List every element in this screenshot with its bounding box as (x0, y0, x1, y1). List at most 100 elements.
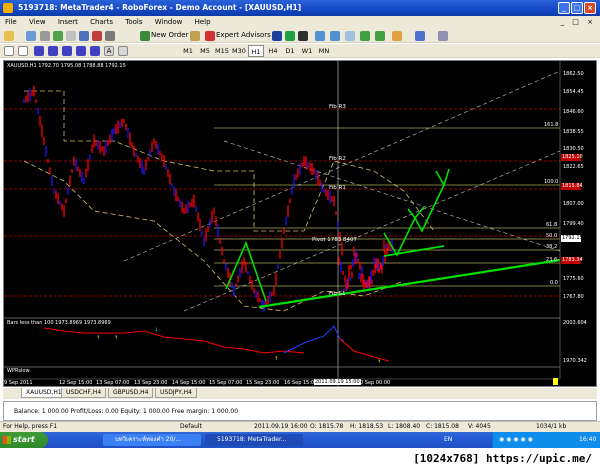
tf-mn[interactable]: MN (316, 45, 332, 57)
status-high: H: 1818.53 (350, 423, 384, 430)
line-chart-icon[interactable] (298, 31, 308, 41)
tf-d1[interactable]: D1 (282, 45, 298, 57)
tf-h4[interactable]: H4 (265, 45, 281, 57)
market-watch-icon[interactable] (53, 31, 63, 41)
tf-m30[interactable]: M30 (231, 45, 247, 57)
fib-r2-label: Fib R2 (329, 156, 346, 162)
profiles-icon[interactable] (26, 31, 36, 41)
menu-window[interactable]: Window (150, 16, 188, 28)
start-button[interactable]: start (0, 432, 48, 448)
status-datetime: 2011.09.19 16:00 (254, 423, 308, 430)
channel-lower-line (183, 150, 561, 312)
tester-icon[interactable] (105, 31, 115, 41)
expert-advisors-button[interactable]: Expert Advisors (216, 31, 271, 39)
status-open: O: 1815.78 (310, 423, 344, 430)
tf-m5[interactable]: M5 (197, 45, 213, 57)
account-summary: Balance: 1 000.00 Profit/Loss: 0.00 Equi… (14, 408, 239, 415)
templates-icon[interactable] (438, 31, 448, 41)
language-indicator[interactable]: EN (444, 436, 452, 443)
indicators-icon[interactable] (392, 31, 402, 41)
crosshair-time-label: 2011.09.19 15:00 (314, 379, 361, 385)
chart-shift-icon[interactable] (360, 31, 370, 41)
status-traffic: 1034/1 kb (536, 423, 567, 430)
tab-xauusd-h1[interactable]: XAUUSD,H1 (21, 388, 67, 398)
menu-file[interactable]: File (0, 16, 22, 28)
taskbar-browser[interactable]: บทวิเคราะห์ทองคำ 20/... (103, 434, 201, 446)
tile-windows-icon[interactable] (345, 31, 355, 41)
bar-chart-icon[interactable] (272, 31, 282, 41)
menu-view[interactable]: View (24, 16, 51, 28)
clock: 16:40 (579, 436, 597, 443)
indicator-arrow-2: ↑ (114, 335, 118, 341)
time-tick: 14 Sep 15:00 (172, 380, 206, 386)
level-382: 38.2 (546, 244, 558, 250)
time-tick: 16 Sep 15:00 (284, 380, 318, 386)
new-order-button[interactable]: New Order (151, 31, 188, 39)
taskbar-metatrader[interactable]: 5193718: MetaTrader... (205, 434, 303, 446)
standard-toolbar: New Order Expert Advisors (0, 29, 600, 43)
tab-usdjpy-h4[interactable]: USDJPY,H4 (155, 388, 197, 398)
price-tick: 1862.50 (563, 71, 584, 77)
menu-insert[interactable]: Insert (53, 16, 83, 28)
tf-h1[interactable]: H1 (248, 45, 264, 57)
metaeditor-icon[interactable] (190, 31, 200, 41)
current-price-label: 1792.15 (561, 235, 583, 242)
cursor-icon[interactable] (4, 46, 14, 56)
tf-m15[interactable]: M15 (214, 45, 230, 57)
fib-r3-label: Fib R3 (329, 104, 346, 110)
vertical-line-icon[interactable] (34, 46, 44, 56)
chart-tabs: XAUUSD,H1 USDCHF,H4 GBPUSD,H4 USDJPY,H4 (3, 388, 597, 399)
level-236: 23.6 (546, 257, 558, 263)
window-title: 5193718: MetaTrader4 - RoboForex - Demo … (18, 3, 302, 12)
horizontal-line-icon[interactable] (48, 46, 58, 56)
tab-usdchf-h4[interactable]: USDCHF,H4 (61, 388, 107, 398)
menu-charts[interactable]: Charts (85, 16, 118, 28)
new-chart-icon[interactable] (4, 31, 14, 41)
expert-advisors-icon[interactable] (205, 31, 215, 41)
child-window-controls[interactable]: _ □ × (561, 18, 596, 26)
chart-window[interactable]: ↑ ↑ ↓ ↑ ↑ XAUUSD,H1 1792.70 1795.08 1788… (3, 60, 597, 387)
chart-canvas[interactable]: ↑ ↑ ↓ ↑ ↑ (4, 61, 596, 386)
taskbar: start บทวิเคราะห์ทองคำ 20/... 5193718: M… (0, 432, 600, 448)
fibonacci-icon[interactable] (90, 46, 100, 56)
maximize-button[interactable]: □ (571, 2, 583, 14)
crosshair-icon[interactable] (18, 46, 28, 56)
watermark-strip: [1024x768] https://upic.me/ (0, 448, 600, 469)
chart-info: XAUUSD,H1 1792.70 1795.08 1788.88 1792.1… (7, 63, 126, 69)
terminal-icon[interactable] (92, 31, 102, 41)
close-button[interactable]: × (584, 2, 596, 14)
periods-icon[interactable] (415, 31, 425, 41)
new-order-icon[interactable] (140, 31, 150, 41)
system-tray: ◉ ◉ ◉ ◉ ◉ 16:40 (492, 432, 600, 448)
indicator-arrow-5: ↑ (377, 359, 381, 365)
text-label-icon[interactable]: A (104, 46, 114, 56)
zoom-in-icon[interactable] (315, 31, 325, 41)
status-bar: For Help, press F1 Default 2011.09.19 16… (0, 421, 600, 432)
menu-help[interactable]: Help (190, 16, 216, 28)
tab-gbpusd-h4[interactable]: GBPUSD,H4 (108, 388, 154, 398)
scroll-marker (553, 378, 558, 385)
indicator-arrow-4: ↑ (274, 356, 278, 362)
tf-m1[interactable]: M1 (180, 45, 196, 57)
equidistant-channel-icon[interactable] (76, 46, 86, 56)
title-bar: 5193718: MetaTrader4 - RoboForex - Demo … (0, 0, 600, 16)
arrows-icon[interactable] (118, 46, 128, 56)
navigator-icon[interactable] (79, 31, 89, 41)
candlesticks-icon[interactable] (285, 31, 295, 41)
tf-w1[interactable]: W1 (299, 45, 315, 57)
time-tick: 15 Sep 07:00 (209, 380, 243, 386)
tray-icons[interactable]: ◉ ◉ ◉ ◉ ◉ (499, 436, 533, 443)
chart-window-icon[interactable] (40, 31, 50, 41)
minimize-button[interactable]: _ (558, 2, 570, 14)
metatrader-icon (3, 3, 13, 13)
zoom-out-icon[interactable] (330, 31, 340, 41)
fib-s1-label: Fib S1 (329, 291, 346, 297)
indicator2-info: WPRslow (7, 368, 30, 374)
status-profile: Default (180, 423, 202, 430)
autoscroll-icon[interactable] (375, 31, 385, 41)
indicator-red-line-2 (339, 338, 390, 362)
menu-tools[interactable]: Tools (120, 16, 147, 28)
indicator-arrow-3: ↓ (154, 327, 158, 333)
data-window-icon[interactable] (66, 31, 76, 41)
trendline-icon[interactable] (62, 46, 72, 56)
